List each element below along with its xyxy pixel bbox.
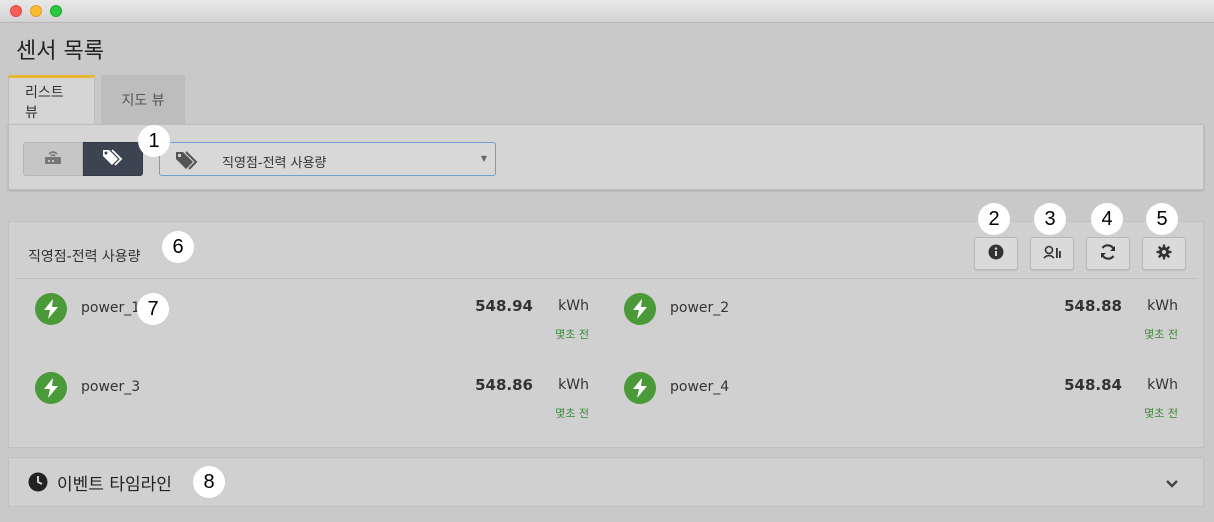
callout-badge: 2 xyxy=(978,203,1010,235)
info-icon xyxy=(988,244,1004,264)
sensor-item[interactable]: power_3 548.86 kWh 몇초 전 xyxy=(35,372,595,432)
clock-icon xyxy=(28,472,48,492)
device-filter-toggle[interactable] xyxy=(23,142,83,176)
sensor-name[interactable]: power_4 xyxy=(670,379,729,395)
sensor-unit: kWh xyxy=(558,377,589,393)
close-window-button[interactable] xyxy=(10,5,22,17)
callout-badge: 5 xyxy=(1146,203,1178,235)
group-select[interactable]: 직영점-전력 사용량 ▼ xyxy=(159,142,496,176)
info-button[interactable] xyxy=(974,237,1018,270)
settings-button[interactable] xyxy=(1142,237,1186,270)
filter-panel: 직영점-전력 사용량 ▼ xyxy=(8,124,1204,190)
sensor-value: 548.84 xyxy=(1064,376,1122,394)
callout-badge: 7 xyxy=(137,293,169,325)
sensor-item[interactable]: power_4 548.84 kWh 몇초 전 xyxy=(624,372,1184,432)
sensor-item[interactable]: power_1 548.94 kWh 몇초 전 xyxy=(35,293,595,353)
sensor-item[interactable]: power_2 548.88 kWh 몇초 전 xyxy=(624,293,1184,353)
sensor-value: 548.94 xyxy=(475,297,533,315)
callout-badge: 1 xyxy=(138,125,170,157)
bolt-icon xyxy=(624,372,656,404)
event-timeline-panel[interactable]: 이벤트 타임라인 xyxy=(8,457,1204,507)
group-title: 직영점-전력 사용량 xyxy=(28,249,141,265)
tab-map-view[interactable]: 지도 뷰 xyxy=(101,75,185,125)
group-divider xyxy=(17,278,1197,279)
sensor-name[interactable]: power_1 xyxy=(81,300,140,316)
sensor-unit: kWh xyxy=(1147,298,1178,314)
sensor-updated-time: 몇초 전 xyxy=(1144,328,1178,341)
gear-icon xyxy=(1156,244,1172,264)
callout-badge: 8 xyxy=(193,466,225,498)
tags-icon xyxy=(174,149,202,175)
router-icon xyxy=(43,148,63,170)
sensor-updated-time: 몇초 전 xyxy=(555,407,589,420)
callout-badge: 4 xyxy=(1091,203,1123,235)
sensor-unit: kWh xyxy=(1147,377,1178,393)
page-title: 센서 목록 xyxy=(16,39,104,64)
window-titlebar xyxy=(0,0,1214,23)
tag-filter-toggle[interactable] xyxy=(83,142,143,176)
bolt-icon xyxy=(35,293,67,325)
sensor-updated-time: 몇초 전 xyxy=(555,328,589,341)
sensor-name[interactable]: power_3 xyxy=(81,379,140,395)
refresh-icon xyxy=(1099,243,1117,265)
sensor-value: 548.86 xyxy=(475,376,533,394)
zoom-window-button[interactable] xyxy=(50,5,62,17)
sensor-value: 548.88 xyxy=(1064,297,1122,315)
sensor-unit: kWh xyxy=(558,298,589,314)
sensor-chart-button[interactable] xyxy=(1030,237,1074,270)
chevron-down-icon[interactable] xyxy=(1165,474,1179,493)
tab-list-view[interactable]: 리스트 뷰 xyxy=(8,75,95,125)
sensor-chart-icon xyxy=(1043,244,1061,263)
callout-badge: 3 xyxy=(1034,203,1066,235)
tags-icon xyxy=(101,147,125,171)
bolt-icon xyxy=(624,293,656,325)
callout-badge: 6 xyxy=(162,231,194,263)
minimize-window-button[interactable] xyxy=(30,5,42,17)
bolt-icon xyxy=(35,372,67,404)
sensor-updated-time: 몇초 전 xyxy=(1144,407,1178,420)
chevron-down-icon: ▼ xyxy=(480,154,487,163)
refresh-button[interactable] xyxy=(1086,237,1130,270)
group-select-value: 직영점-전력 사용량 xyxy=(222,156,327,171)
sensor-name[interactable]: power_2 xyxy=(670,300,729,316)
timeline-title: 이벤트 타임라인 xyxy=(57,475,172,495)
view-tabs: 리스트 뷰 지도 뷰 xyxy=(8,75,185,125)
